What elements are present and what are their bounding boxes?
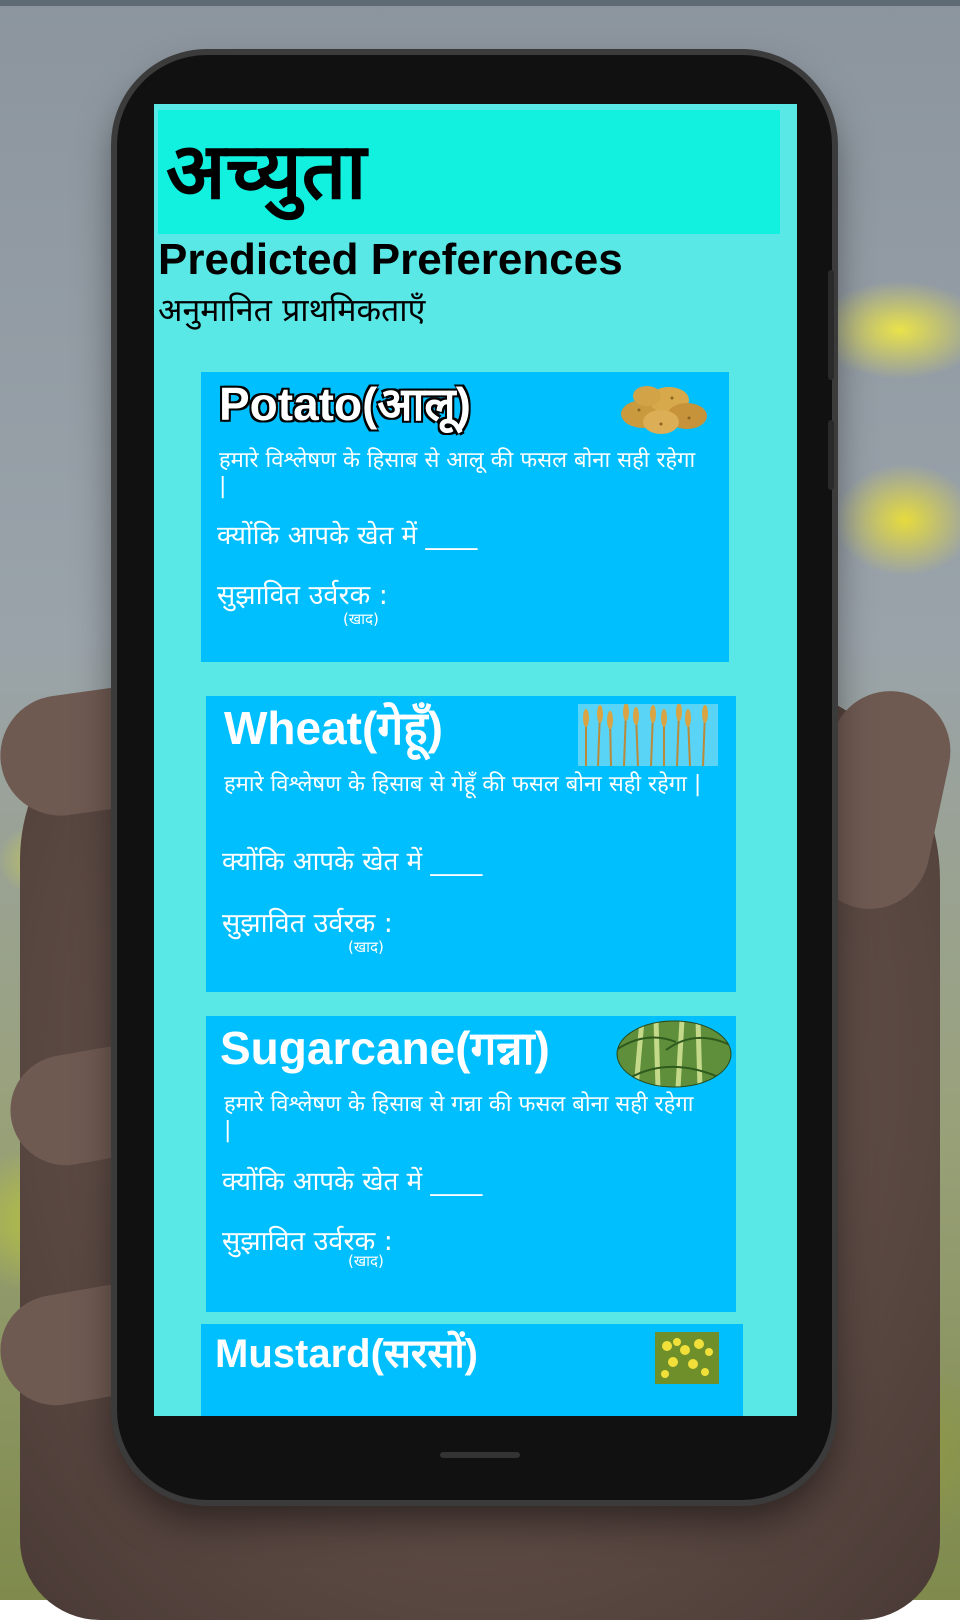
potato-image xyxy=(621,386,707,434)
reason-text: क्योंकि आपके खेत में ____ xyxy=(222,847,483,877)
app-header: अच्युता xyxy=(158,110,780,234)
fertilizer-sublabel: (खाद) xyxy=(348,938,384,956)
recommendation-text: हमारे विश्लेषण के हिसाब से गेहूँ की फसल … xyxy=(224,772,702,797)
reason-text: क्योंकि आपके खेत में ____ xyxy=(217,521,478,551)
volume-button xyxy=(828,270,834,380)
reason-text: क्योंकि आपके खेत में ____ xyxy=(222,1167,483,1197)
page-subtitle: अनुमानित प्राथमिकताएँ xyxy=(158,291,426,329)
wheat-image xyxy=(578,704,718,766)
crop-card-potato[interactable]: Potato(आलू) हमारे विश्लेषण के हिसाब से आ… xyxy=(201,372,729,662)
fertilizer-sublabel: (खाद) xyxy=(348,1252,384,1270)
app-screen[interactable]: अच्युता Predicted Preferences अनुमानित प… xyxy=(154,104,797,1416)
crop-title: Sugarcane(गन्ना) xyxy=(220,1022,550,1074)
crop-title: Potato(आलू) xyxy=(219,378,471,430)
crop-card-mustard[interactable]: Mustard(सरसों) xyxy=(201,1324,743,1416)
fertilizer-label: सुझावित उर्वरक : xyxy=(222,908,393,939)
status-bar-strip xyxy=(0,0,960,6)
mustard-image xyxy=(655,1332,719,1384)
fertilizer-sublabel: (खाद) xyxy=(343,610,379,628)
crop-card-wheat[interactable]: Wheat(गेहूँ) हमारे विश्लेषण के हिसाब से … xyxy=(206,696,736,992)
sugarcane-image xyxy=(616,1020,732,1088)
page-title: Predicted Preferences xyxy=(158,235,623,284)
app-title: अच्युता xyxy=(166,127,367,217)
home-indicator xyxy=(440,1452,520,1458)
crop-title: Mustard(सरसों) xyxy=(215,1332,479,1376)
recommendation-text: हमारे विश्लेषण के हिसाब से आलू की फसल बो… xyxy=(219,448,696,499)
crop-card-sugarcane[interactable]: Sugarcane(गन्ना) हमारे विश्लेषण के हिसाब… xyxy=(206,1016,736,1312)
recommendation-text: हमारे विश्लेषण के हिसाब से गन्ना की फसल … xyxy=(224,1092,694,1143)
power-button xyxy=(828,420,834,490)
crop-title: Wheat(गेहूँ) xyxy=(224,702,443,754)
fertilizer-label: सुझावित उर्वरक : xyxy=(217,580,388,611)
